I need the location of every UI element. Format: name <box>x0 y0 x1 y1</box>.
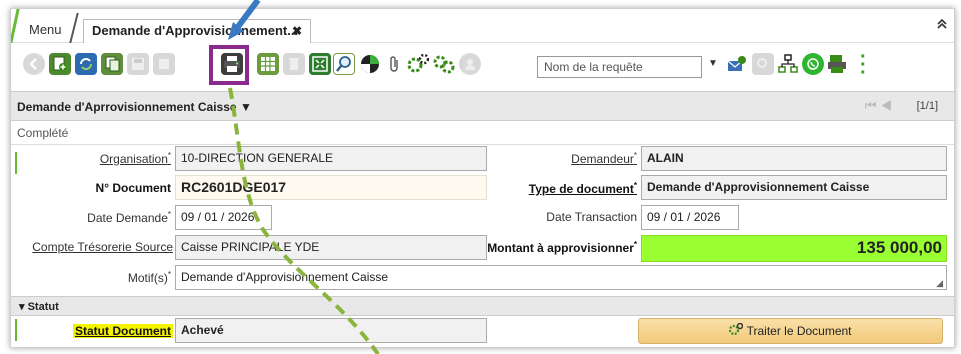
annotation-overlay <box>228 0 380 354</box>
blue-arrow-icon <box>228 0 261 40</box>
dashed-connector-line <box>228 87 380 354</box>
